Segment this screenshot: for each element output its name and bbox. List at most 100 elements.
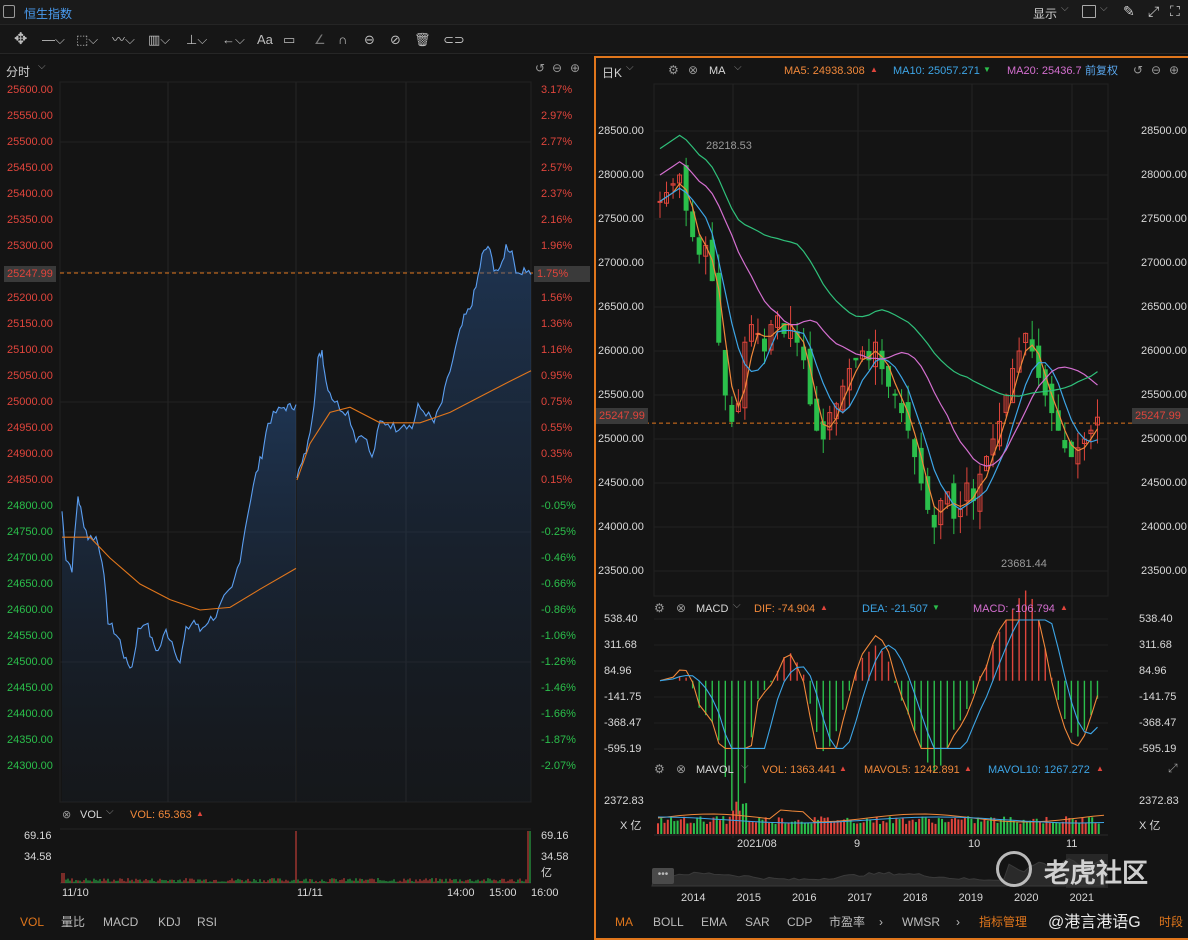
pen-icon[interactable]: ✎ [1123, 3, 1135, 20]
hide-icon[interactable]: ⊘ [390, 25, 401, 54]
price-tick: 25500.00 [7, 136, 53, 148]
tab-macd[interactable]: MACD [103, 915, 138, 929]
pct-tick: 0.95% [541, 370, 573, 382]
tab-rsi[interactable]: RSI [197, 915, 217, 929]
ruler-icon[interactable]: ∠ [314, 25, 326, 54]
triangle-up-icon: ▲ [1060, 603, 1068, 612]
mavol-vol: VOL: 1363.441 [762, 764, 837, 776]
price-tick: 24650.00 [7, 578, 53, 590]
mavol5: MAVOL5: 1242.891 [864, 764, 960, 776]
expand-icon[interactable]: ⤢ [1148, 3, 1159, 20]
tab-4[interactable]: CDP [787, 915, 812, 929]
tab-2[interactable]: EMA [701, 915, 727, 929]
fib-tool-icon[interactable]: ▥⌵ [148, 25, 170, 54]
layout-icon[interactable] [1082, 5, 1096, 18]
tab-7[interactable]: 指标管理 [979, 915, 1027, 929]
tab-8[interactable]: 时段 [1159, 915, 1183, 929]
price-tick: 24400.00 [7, 708, 53, 720]
kline-price-tick-right: 28500.00 [1141, 125, 1187, 137]
pct-tick: 2.97% [541, 110, 573, 122]
pct-tick: -1.87% [541, 734, 576, 746]
chevron-down-icon: ⌵ [1100, 3, 1108, 14]
mavol-label[interactable]: MAVOL [696, 763, 734, 777]
year-label: 2020 [1014, 892, 1039, 904]
macd-label[interactable]: MACD [696, 602, 728, 616]
settings-icon[interactable]: ⚙ [654, 601, 665, 615]
text-tool-icon[interactable]: Aa [257, 25, 273, 54]
visibility-icon[interactable]: ⊖ [364, 25, 375, 54]
date-label: 2021/08 [737, 838, 777, 850]
trash-icon[interactable]: 🗑 [414, 25, 431, 54]
tab-5[interactable]: 市盈率 [829, 915, 865, 929]
macd-tick-right: 84.96 [1139, 665, 1167, 677]
price-tick: 24850.00 [7, 474, 53, 486]
kline-price-tick-right: 23500.00 [1141, 565, 1187, 577]
chevron-right-icon[interactable]: › [956, 915, 960, 929]
overview-area [651, 858, 1105, 887]
macd-tick: 538.40 [604, 613, 638, 625]
kline-price-tick-right: 27000.00 [1141, 257, 1187, 269]
line-tool-icon[interactable]: —⌵ [42, 25, 65, 54]
macd-dif: DIF: -74.904 [754, 603, 816, 615]
year-label: 2014 [681, 892, 706, 904]
rect-tool-icon[interactable]: ⬚⌵ [76, 25, 98, 54]
time-label: 15:00 [489, 887, 517, 899]
measure-tool-icon[interactable]: ⊥⌵ [186, 25, 207, 54]
year-label: 2017 [847, 892, 872, 904]
close-icon[interactable]: ⊗ [676, 601, 686, 615]
arrow-tool-icon[interactable]: ←⌵ [222, 25, 245, 54]
magnet-icon[interactable]: ∩ [338, 25, 347, 54]
macd-tick: 84.96 [604, 665, 632, 677]
watermark-logo-icon [996, 851, 1032, 887]
price-tick: 24350.00 [7, 734, 53, 746]
current-pct-label: 1.75% [534, 266, 590, 282]
display-menu[interactable]: 显示 [1033, 5, 1057, 22]
kline-price-tick-right: 25500.00 [1141, 389, 1187, 401]
comment-tool-icon[interactable]: ▭ [283, 25, 295, 54]
link-icon[interactable]: ⊂⊃ [443, 25, 465, 54]
ma20-line [659, 161, 1098, 467]
candle-body [853, 357, 859, 361]
price-tick: 25100.00 [7, 344, 53, 356]
macd-tick-right: 538.40 [1139, 613, 1173, 625]
wave-tool-icon[interactable]: 〰⌵ [112, 25, 135, 54]
tab-0[interactable]: MA [615, 915, 633, 929]
pct-tick: -0.66% [541, 578, 576, 590]
year-label: 2019 [958, 892, 983, 904]
triangle-up-icon: ▲ [1096, 764, 1104, 773]
price-tick: 25550.00 [7, 110, 53, 122]
price-tick: 25000.00 [7, 396, 53, 408]
triangle-down-icon: ▼ [932, 603, 940, 612]
settings-icon[interactable]: ⚙ [654, 762, 665, 776]
fullscreen-icon[interactable]: ⛶ [1170, 3, 1180, 20]
chevron-down-icon: ⌵ [106, 806, 114, 817]
drawing-toolbar: ✥ —⌵ ⬚⌵ 〰⌵ ▥⌵ ⊥⌵ ←⌵ Aa ▭ ∠ ∩ ⊖ ⊘ 🗑 ⊂⊃ [0, 25, 1188, 54]
tab-6[interactable]: WMSR [902, 915, 940, 929]
high-label: 28218.53 [706, 140, 752, 152]
pct-tick: 2.77% [541, 136, 573, 148]
candle-body [951, 483, 957, 519]
pct-tick: 1.56% [541, 292, 573, 304]
tab-1[interactable]: BOLL [653, 915, 684, 929]
sidebar-toggle-icon[interactable] [3, 5, 15, 18]
macd-tick: -595.19 [604, 742, 642, 755]
tab-3[interactable]: SAR [745, 915, 770, 929]
close-icon[interactable]: ⊗ [676, 762, 686, 776]
kline-price-tick: 25500.00 [598, 389, 644, 401]
expand-icon[interactable]: ⤢ [1168, 761, 1178, 776]
tab-vol[interactable]: VOL [20, 915, 44, 929]
chevron-right-icon[interactable]: › [879, 915, 883, 929]
kline-chart[interactable] [594, 56, 1188, 940]
tab-volume-ratio[interactable]: 量比 [61, 915, 85, 929]
overview-handle[interactable]: ••• [652, 868, 674, 884]
macd-tick: 311.68 [604, 639, 637, 651]
time-label: 11/11 [297, 887, 323, 899]
close-icon[interactable]: ⊗ [62, 808, 71, 821]
year-label: 2021 [1069, 892, 1094, 904]
vol-value: VOL: 65.363 [130, 809, 192, 821]
pct-tick: 0.15% [541, 474, 573, 486]
tab-kdj[interactable]: KDJ [158, 915, 181, 929]
macd-hist: MACD: -106.794 [973, 603, 1055, 615]
move-icon[interactable]: ✥ [14, 25, 27, 54]
pct-tick: 1.16% [541, 344, 573, 356]
